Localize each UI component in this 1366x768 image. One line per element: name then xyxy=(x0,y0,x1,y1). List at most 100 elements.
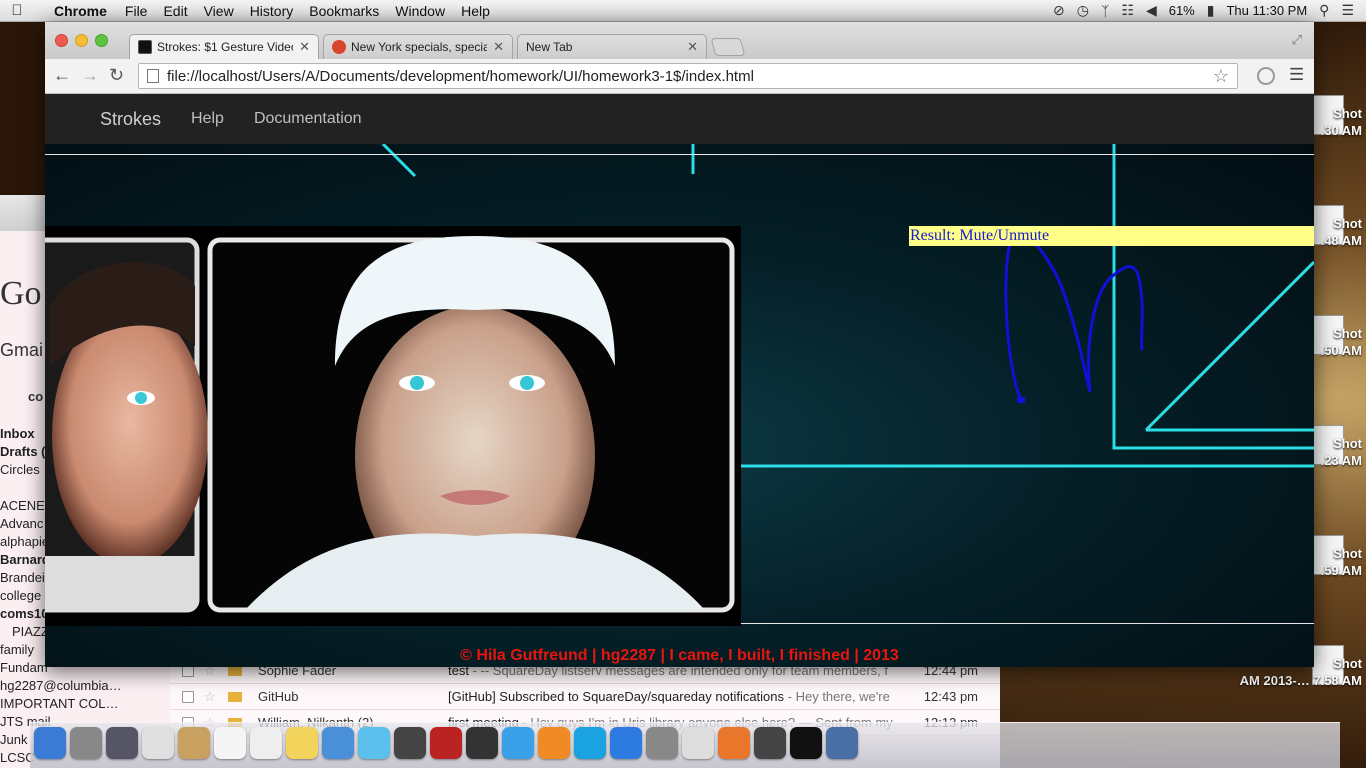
gmail-label[interactable]: Gmai xyxy=(0,340,43,361)
menu-bookmarks[interactable]: Bookmarks xyxy=(301,3,387,19)
spotlight-search-icon[interactable]: ⚲ xyxy=(1319,2,1329,19)
file-label: Shot xyxy=(1333,326,1362,341)
wifi-icon[interactable]: ☷ xyxy=(1121,2,1134,19)
iphoto-icon[interactable] xyxy=(466,727,498,759)
zoom-window-button[interactable] xyxy=(95,34,108,47)
gesture-canvas[interactable]: Result: Mute/Unmute © Hila Gutfreund | h… xyxy=(45,144,1314,667)
new-tab-button[interactable] xyxy=(710,38,746,56)
skype-icon[interactable] xyxy=(574,727,606,759)
textedit-icon[interactable] xyxy=(682,727,714,759)
nav-brand-strokes[interactable]: Strokes xyxy=(100,109,161,130)
menu-edit[interactable]: Edit xyxy=(155,3,195,19)
neon-line xyxy=(1112,144,1314,450)
tab-new-tab[interactable]: New Tab ✕ xyxy=(517,34,707,59)
close-window-button[interactable] xyxy=(55,34,68,47)
email-subject: [GitHub] Subscribed to SquareDay/squared… xyxy=(448,689,898,704)
clock[interactable]: Thu 11:30 PM xyxy=(1226,3,1307,18)
forward-arrow-icon[interactable]: → xyxy=(81,65,99,86)
launchpad-icon[interactable] xyxy=(70,727,102,759)
photo-booth-icon[interactable] xyxy=(430,727,462,759)
notification-center-icon[interactable]: ☰ xyxy=(1341,2,1354,19)
menu-window[interactable]: Window xyxy=(387,3,453,19)
mac-menu-bar:  Chrome File Edit View History Bookmark… xyxy=(0,0,1366,22)
email-time: 12:43 pm xyxy=(923,689,978,704)
top-divider-line xyxy=(45,154,1314,155)
neon-line xyxy=(1144,260,1314,432)
finder-icon[interactable] xyxy=(34,727,66,759)
tab-title: Strokes: $1 Gesture Video xyxy=(157,40,294,54)
reload-icon[interactable]: ↻ xyxy=(109,65,124,86)
file-label: Shot xyxy=(1333,546,1362,561)
page-favicon-icon xyxy=(138,40,152,54)
file-label: Shot xyxy=(1333,436,1362,451)
facetime-icon[interactable] xyxy=(394,727,426,759)
reminders-icon[interactable] xyxy=(250,727,282,759)
app-menu[interactable]: Chrome xyxy=(34,3,117,19)
minimize-window-button[interactable] xyxy=(75,34,88,47)
dock-icon-list xyxy=(30,727,858,759)
time-machine-icon[interactable]: ◷ xyxy=(1077,2,1089,19)
file-label: .50 AM xyxy=(1320,343,1362,358)
chrome-window: Strokes: $1 Gesture Video ✕ New York spe… xyxy=(45,22,1314,667)
compose-button-partial[interactable]: co xyxy=(28,389,43,404)
file-label: .30 AM xyxy=(1320,123,1362,138)
menu-file[interactable]: File xyxy=(117,3,156,19)
app-store-icon[interactable] xyxy=(610,727,642,759)
close-tab-icon[interactable]: ✕ xyxy=(687,39,698,55)
messages-icon[interactable] xyxy=(358,727,390,759)
label-hg2287[interactable]: hg2287@columbia… xyxy=(0,677,160,695)
email-checkbox[interactable] xyxy=(182,690,194,703)
notes-icon[interactable] xyxy=(286,727,318,759)
page-icon xyxy=(147,69,159,83)
tab-title: New Tab xyxy=(526,40,573,54)
preview2-icon[interactable] xyxy=(826,727,858,759)
itunes-icon[interactable] xyxy=(502,727,534,759)
star-icon[interactable]: ☆ xyxy=(204,689,224,705)
importance-marker-icon[interactable] xyxy=(228,665,242,676)
bluetooth-icon[interactable]: ᛉ xyxy=(1101,3,1109,19)
email-row[interactable]: ☆ GitHub [GitHub] Subscribed to SquareDa… xyxy=(170,684,1000,710)
mac-dock xyxy=(30,722,1340,768)
sublime-icon[interactable] xyxy=(754,727,786,759)
volume-icon[interactable]: ◀ xyxy=(1146,2,1157,19)
tab-ny-specials[interactable]: New York specials, special ✕ xyxy=(323,34,513,59)
nav-documentation[interactable]: Documentation xyxy=(254,110,362,128)
contacts-icon[interactable] xyxy=(178,727,210,759)
email-subject-text: [GitHub] Subscribed to SquareDay/squared… xyxy=(448,689,785,704)
address-bar-url[interactable]: file://localhost/Users/A/Documents/devel… xyxy=(167,68,754,85)
system-preferences-icon[interactable] xyxy=(646,727,678,759)
close-tab-icon[interactable]: ✕ xyxy=(299,39,310,55)
label-important[interactable]: IMPORTANT COL… xyxy=(0,695,160,713)
chrome-menu-icon[interactable]: ☰ xyxy=(1289,65,1304,85)
gesture-stroke xyxy=(1004,232,1144,403)
nav-help[interactable]: Help xyxy=(191,110,224,128)
tab-strokes[interactable]: Strokes: $1 Gesture Video ✕ xyxy=(129,34,319,59)
bookmark-star-icon[interactable]: ☆ xyxy=(1213,66,1229,87)
menu-history[interactable]: History xyxy=(242,3,302,19)
terminal-icon[interactable] xyxy=(790,727,822,759)
web-page: Strokes Help Documentation Result: Mute/… xyxy=(45,94,1314,667)
mission-control-icon[interactable] xyxy=(106,727,138,759)
file-label: AM 2013-… 7.58 AM xyxy=(1239,673,1362,688)
calendar-icon[interactable] xyxy=(214,727,246,759)
menu-view[interactable]: View xyxy=(196,3,242,19)
site-navbar: Strokes Help Documentation xyxy=(45,94,1314,144)
battery-percent[interactable]: 61% xyxy=(1169,3,1195,18)
video-player[interactable] xyxy=(45,226,741,626)
address-bar[interactable]: file://localhost/Users/A/Documents/devel… xyxy=(138,63,1238,89)
firefox-icon[interactable] xyxy=(718,727,750,759)
ibooks-icon[interactable] xyxy=(538,727,570,759)
tab-strip: Strokes: $1 Gesture Video ✕ New York spe… xyxy=(45,22,1314,59)
close-tab-icon[interactable]: ✕ xyxy=(493,39,504,55)
preview-icon[interactable] xyxy=(322,727,354,759)
importance-marker-icon[interactable] xyxy=(228,691,242,702)
back-arrow-icon[interactable]: ← xyxy=(53,65,71,86)
fullscreen-icon[interactable]: ⤢ xyxy=(1292,32,1302,48)
chrome-icon[interactable] xyxy=(142,727,174,759)
battery-icon[interactable]: ▮ xyxy=(1207,2,1215,19)
extension-icon[interactable] xyxy=(1257,67,1275,85)
video-frame xyxy=(45,226,741,626)
apple-menu-icon[interactable]:  xyxy=(0,2,34,19)
menu-help[interactable]: Help xyxy=(453,3,498,19)
focus-icon[interactable]: ⊘ xyxy=(1053,2,1065,19)
